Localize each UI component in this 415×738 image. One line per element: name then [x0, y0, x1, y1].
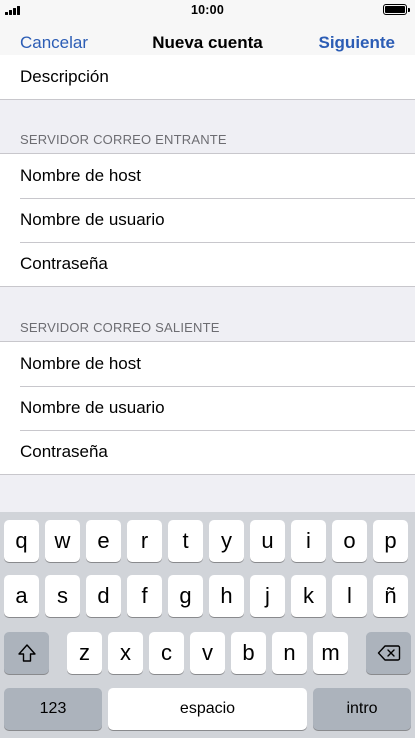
- incoming-hostname-label: Nombre de host: [20, 166, 141, 185]
- key-n[interactable]: n: [272, 632, 307, 674]
- description-field[interactable]: Descripción: [0, 55, 415, 99]
- key-h[interactable]: h: [209, 575, 244, 617]
- key-j[interactable]: j: [250, 575, 285, 617]
- key-e[interactable]: e: [86, 520, 121, 562]
- key-r[interactable]: r: [127, 520, 162, 562]
- key-k[interactable]: k: [291, 575, 326, 617]
- key-p[interactable]: p: [373, 520, 408, 562]
- space-key[interactable]: espacio: [108, 688, 307, 730]
- key-w[interactable]: w: [45, 520, 80, 562]
- key-b[interactable]: b: [231, 632, 266, 674]
- description-label: Descripción: [20, 67, 109, 86]
- key-a[interactable]: a: [4, 575, 39, 617]
- shift-icon: [17, 643, 37, 663]
- incoming-section-header: SERVIDOR CORREO ENTRANTE: [20, 132, 227, 147]
- key-d[interactable]: d: [86, 575, 121, 617]
- status-bar: 10:00: [0, 0, 415, 20]
- key-g[interactable]: g: [168, 575, 203, 617]
- key-o[interactable]: o: [332, 520, 367, 562]
- delete-key[interactable]: [366, 632, 411, 674]
- keyboard: q w e r t y u i o p a s d f g h j k l ñ …: [0, 512, 415, 738]
- incoming-username-label: Nombre de usuario: [20, 210, 165, 229]
- status-time: 10:00: [191, 3, 224, 17]
- outgoing-hostname-field[interactable]: Nombre de host: [0, 342, 415, 386]
- key-s[interactable]: s: [45, 575, 80, 617]
- key-x[interactable]: x: [108, 632, 143, 674]
- outgoing-server-group: Nombre de host Nombre de usuario Contras…: [0, 341, 415, 475]
- outgoing-username-field[interactable]: Nombre de usuario: [0, 386, 415, 430]
- battery-icon: [383, 4, 410, 15]
- key-t[interactable]: t: [168, 520, 203, 562]
- incoming-server-group: Nombre de host Nombre de usuario Contras…: [0, 153, 415, 287]
- cancel-button[interactable]: Cancelar: [20, 33, 88, 53]
- delete-icon: [377, 644, 401, 662]
- next-button[interactable]: Siguiente: [318, 33, 395, 53]
- incoming-password-field[interactable]: Contraseña: [0, 242, 415, 286]
- incoming-username-field[interactable]: Nombre de usuario: [0, 198, 415, 242]
- key-i[interactable]: i: [291, 520, 326, 562]
- key-c[interactable]: c: [149, 632, 184, 674]
- incoming-password-label: Contraseña: [20, 254, 108, 273]
- key-z[interactable]: z: [67, 632, 102, 674]
- key-n-tilde[interactable]: ñ: [373, 575, 408, 617]
- outgoing-section-header: SERVIDOR CORREO SALIENTE: [20, 320, 220, 335]
- key-u[interactable]: u: [250, 520, 285, 562]
- outgoing-hostname-label: Nombre de host: [20, 354, 141, 373]
- key-v[interactable]: v: [190, 632, 225, 674]
- outgoing-password-field[interactable]: Contraseña: [0, 430, 415, 474]
- key-f[interactable]: f: [127, 575, 162, 617]
- return-key[interactable]: intro: [313, 688, 411, 730]
- key-m[interactable]: m: [313, 632, 348, 674]
- outgoing-username-label: Nombre de usuario: [20, 398, 165, 417]
- key-y[interactable]: y: [209, 520, 244, 562]
- outgoing-password-label: Contraseña: [20, 442, 108, 461]
- numbers-key[interactable]: 123: [4, 688, 102, 730]
- shift-key[interactable]: [4, 632, 49, 674]
- incoming-hostname-field[interactable]: Nombre de host: [0, 154, 415, 198]
- key-l[interactable]: l: [332, 575, 367, 617]
- account-group: Descripción: [0, 55, 415, 100]
- key-q[interactable]: q: [4, 520, 39, 562]
